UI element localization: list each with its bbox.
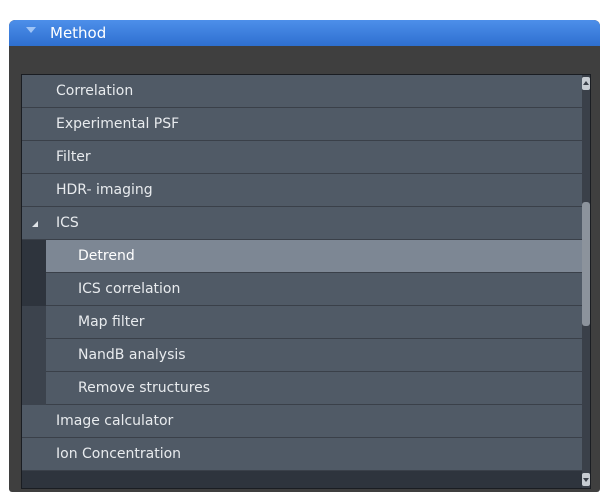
list-item-ion-concentration[interactable]: Ion Concentration	[22, 438, 582, 471]
vertical-scrollbar[interactable]	[582, 75, 590, 488]
list-item-label: Experimental PSF	[56, 116, 180, 132]
scrollbar-thumb[interactable]	[582, 202, 590, 326]
list-item-detrend[interactable]: Detrend	[46, 240, 582, 273]
list-item-filter[interactable]: Filter	[22, 141, 582, 174]
list-item-ics-correlation[interactable]: ICS correlation	[46, 273, 582, 306]
list-item-label: Detrend	[78, 248, 135, 264]
list-item-label: ICS	[56, 215, 79, 231]
list-item-label: Remove structures	[78, 380, 211, 396]
list-item-label: ICS correlation	[78, 281, 181, 297]
collapse-caret-icon[interactable]	[26, 27, 36, 33]
scroll-up-arrow-icon[interactable]	[582, 77, 590, 90]
expand-triangle-icon[interactable]	[32, 221, 38, 227]
list-item-label: Image calculator	[56, 413, 174, 429]
list-item-label: Filter	[56, 149, 91, 165]
list-item-experimental-psf[interactable]: Experimental PSF	[22, 108, 582, 141]
panel-header[interactable]: Method	[9, 20, 600, 46]
scroll-down-arrow-icon[interactable]	[582, 473, 590, 486]
list-item-ics[interactable]: ICS	[22, 207, 582, 240]
list-item-label: HDR- imaging	[56, 182, 153, 198]
list-item-label: Map filter	[78, 314, 145, 330]
list-item-map-filter[interactable]: Map filter	[46, 306, 582, 339]
list-item-label: Ion Concentration	[56, 446, 182, 462]
method-list: Correlation Experimental PSF Filter HDR-…	[21, 74, 591, 489]
method-panel: Method Correlation Experimental PSF Filt…	[9, 20, 600, 492]
panel-title: Method	[50, 24, 107, 42]
list-item-image-calculator[interactable]: Image calculator	[22, 405, 582, 438]
list-item-label: Correlation	[56, 83, 134, 99]
list-item-hdr-imaging[interactable]: HDR- imaging	[22, 174, 582, 207]
list-item-nandb-analysis[interactable]: NandB analysis	[46, 339, 582, 372]
list-item-correlation[interactable]: Correlation	[22, 75, 582, 108]
list-item-label: NandB analysis	[78, 347, 186, 363]
list-item-remove-structures[interactable]: Remove structures	[46, 372, 582, 405]
